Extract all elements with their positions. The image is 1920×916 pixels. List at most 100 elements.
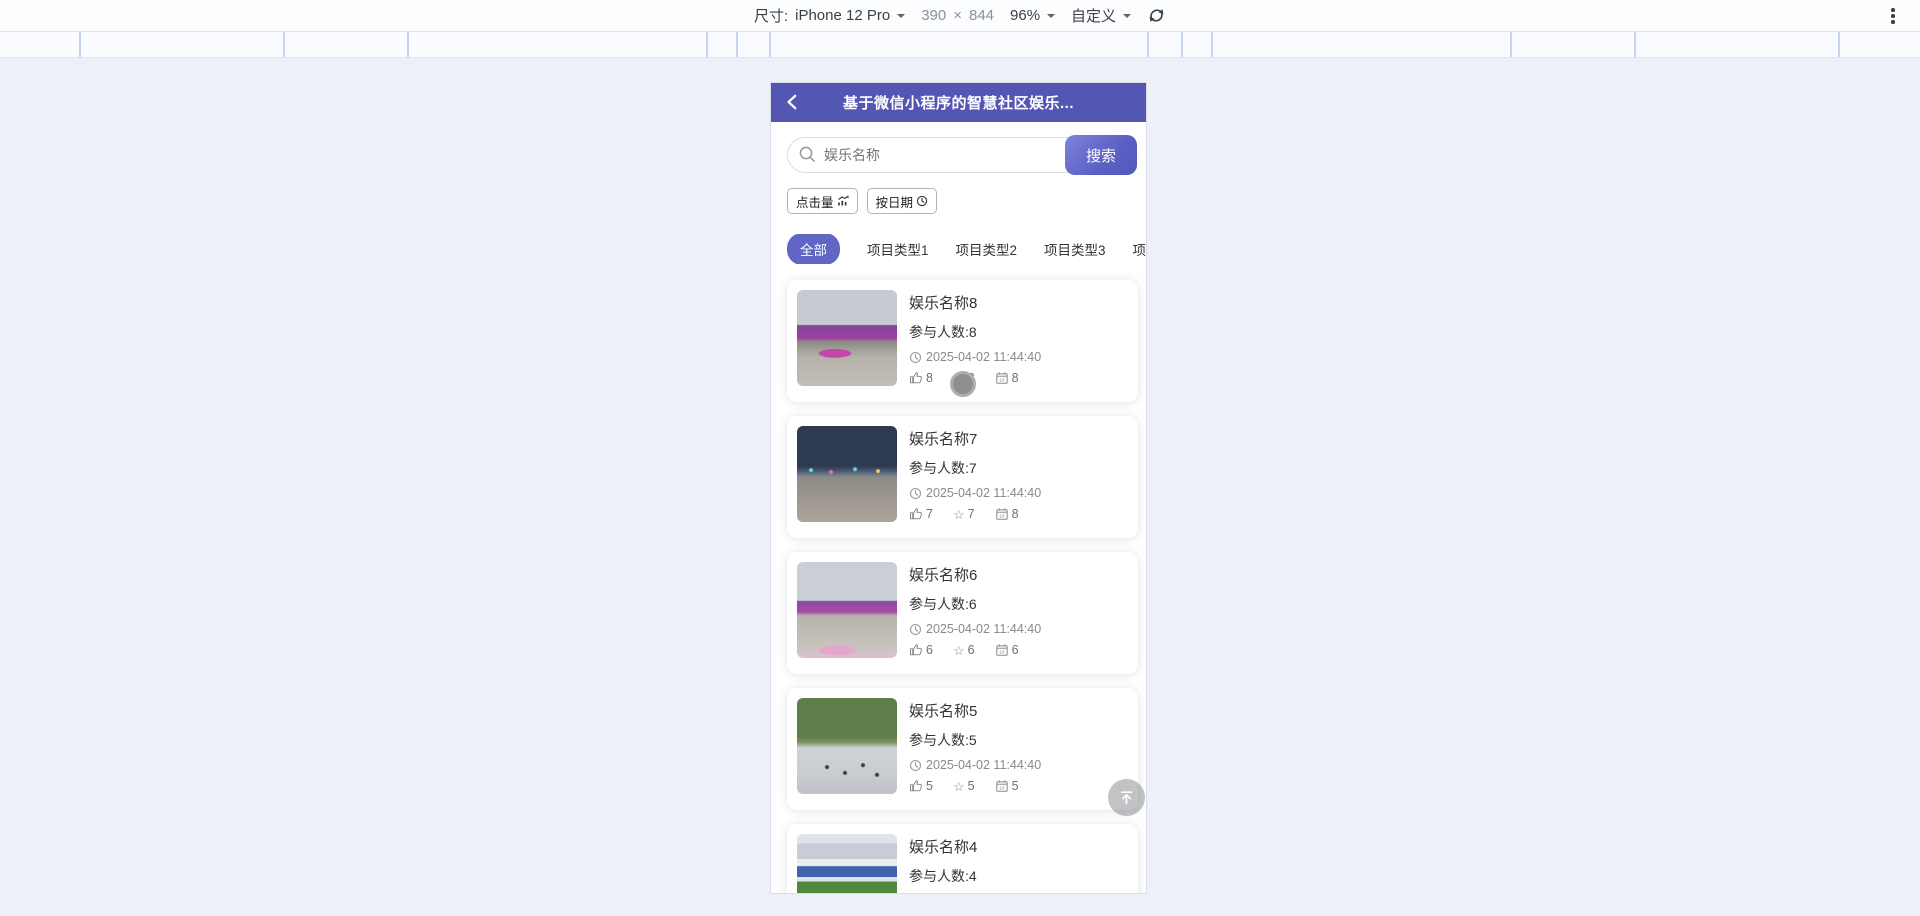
participants-count: 参与人数:7 [909,460,977,476]
participants-count: 参与人数:6 [909,596,977,612]
calendar-icon: 19 [995,780,1008,792]
participants-count: 参与人数:4 [909,868,977,884]
clock-icon [909,351,922,363]
viewport-width-field[interactable]: 390 [921,7,946,24]
search-bar: 搜索 [787,135,1137,175]
thumbs-up-icon [910,508,922,520]
favorites-stat[interactable]: ☆ 6 [953,643,975,657]
media-query-bar[interactable] [0,32,1920,58]
card-thumbnail [797,698,897,794]
search-button[interactable]: 搜索 [1065,135,1137,175]
card-title: 娱乐名称7 [909,431,978,448]
entertainment-card[interactable]: 娱乐名称8 参与人数:8 2025-04-02 11:44:40 8 19 8 [787,280,1138,402]
svg-text:19: 19 [999,513,1005,518]
svg-text:19: 19 [999,377,1005,382]
favorites-count: 7 [967,507,975,521]
throttling-value: 自定义 [1071,8,1117,25]
likes-count: 8 [926,371,933,385]
zoom-value: 96% [1010,7,1041,24]
calendar-icon: 19 [995,372,1008,384]
views-count: 8 [1011,371,1019,385]
card-thumbnail [797,834,897,893]
entertainment-card[interactable]: 娱乐名称7 参与人数:7 2025-04-02 11:44:40 7 ☆ 7 1… [787,416,1138,538]
card-title: 娱乐名称6 [909,567,978,584]
devtools-device-toolbar: 尺寸: iPhone 12 Pro 390 × 844 96% 自定义 [0,0,1920,32]
chevron-down-icon [897,13,906,22]
views-count: 5 [1011,779,1019,793]
likes-count: 5 [926,779,933,793]
star-icon: ☆ [952,506,965,522]
chevron-down-icon [1123,13,1132,22]
card-title: 娱乐名称8 [909,295,978,312]
times-separator: × [953,7,962,24]
category-tab[interactable]: 项目类型4 [1133,239,1146,259]
views-stat[interactable]: 19 6 [995,643,1019,657]
device-selector[interactable]: 尺寸: iPhone 12 Pro [753,5,906,26]
views-stat[interactable]: 19 5 [995,779,1019,793]
card-datetime: 2025-04-02 11:44:40 [926,350,1042,364]
views-stat[interactable]: 19 8 [995,507,1019,521]
page-title: 基于微信小程序的智慧社区娱乐... [842,95,1074,112]
back-button[interactable] [784,93,802,111]
card-datetime: 2025-04-02 11:44:40 [926,622,1042,636]
favorites-stat[interactable]: ☆ 5 [953,779,975,793]
calendar-icon: 19 [995,644,1008,656]
views-stat[interactable]: 19 8 [995,371,1019,385]
views-count: 6 [1011,643,1019,657]
favorites-stat[interactable]: ☆ 7 [953,507,975,521]
star-icon: ☆ [952,642,965,658]
likes-stat[interactable]: 7 [909,507,933,521]
device-name: iPhone 12 Pro [795,7,891,24]
favorites-count: 6 [967,643,975,657]
category-tab[interactable]: 项目类型3 [1044,239,1106,259]
sort-by-date-label: 按日期 [875,195,914,210]
svg-text:19: 19 [999,785,1005,790]
card-thumbnail [797,562,897,658]
category-tab[interactable]: 项目类型2 [956,239,1018,259]
thumbs-up-icon [910,780,922,792]
clock-icon [909,759,922,771]
dimensions-label: 尺寸: [753,8,789,25]
entertainment-card[interactable]: 娱乐名称6 参与人数:6 2025-04-02 11:44:40 6 ☆ 6 1… [787,552,1138,674]
card-datetime: 2025-04-02 11:44:40 [926,486,1042,500]
arrow-to-top-icon [1120,791,1133,805]
sort-by-clicks-label: 点击量 [796,195,834,210]
entertainment-card[interactable]: 娱乐名称5 参与人数:5 2025-04-02 11:44:40 5 ☆ 5 1… [787,688,1138,810]
trending-chart-icon [837,195,849,206]
rotate-device-button[interactable] [1147,6,1166,25]
thumbs-up-icon [910,372,922,384]
clock-icon [909,487,922,499]
chevron-left-icon [787,94,797,110]
category-tab[interactable]: 项目类型1 [867,239,929,259]
likes-stat[interactable]: 8 [909,371,933,385]
back-to-top-button[interactable] [1108,779,1145,816]
card-thumbnail [797,290,897,386]
sort-by-clicks-chip[interactable]: 点击量 [787,188,858,214]
sort-by-date-chip[interactable]: 按日期 [866,188,938,214]
category-tab[interactable]: 全部 [787,234,840,264]
search-icon [799,146,815,162]
likes-count: 6 [926,643,933,657]
star-icon: ☆ [952,778,965,794]
viewport-height-field[interactable]: 844 [969,7,994,24]
card-title: 娱乐名称4 [909,839,978,856]
chevron-down-icon [1047,13,1056,22]
zoom-selector[interactable]: 96% [1010,7,1056,24]
card-datetime: 2025-04-02 11:44:40 [926,758,1042,772]
likes-stat[interactable]: 5 [909,779,933,793]
calendar-icon: 19 [995,508,1008,520]
likes-count: 7 [926,507,933,521]
category-tabs: 全部 项目类型1 项目类型2 项目类型3 项目类型4 [787,234,1146,264]
likes-stat[interactable]: 6 [909,643,933,657]
views-count: 8 [1011,507,1019,521]
throttling-selector[interactable]: 自定义 [1071,5,1132,26]
participants-count: 参与人数:8 [909,324,977,340]
favorites-count: 5 [967,779,975,793]
entertainment-card[interactable]: 娱乐名称4 参与人数:4 2025-04-02 11:44:40 4 [787,824,1138,893]
card-title: 娱乐名称5 [909,703,978,720]
more-options-button[interactable] [1882,5,1904,27]
participants-count: 参与人数:5 [909,732,977,748]
loading-spinner [949,371,976,397]
clock-icon [909,623,922,635]
svg-text:19: 19 [999,649,1005,654]
